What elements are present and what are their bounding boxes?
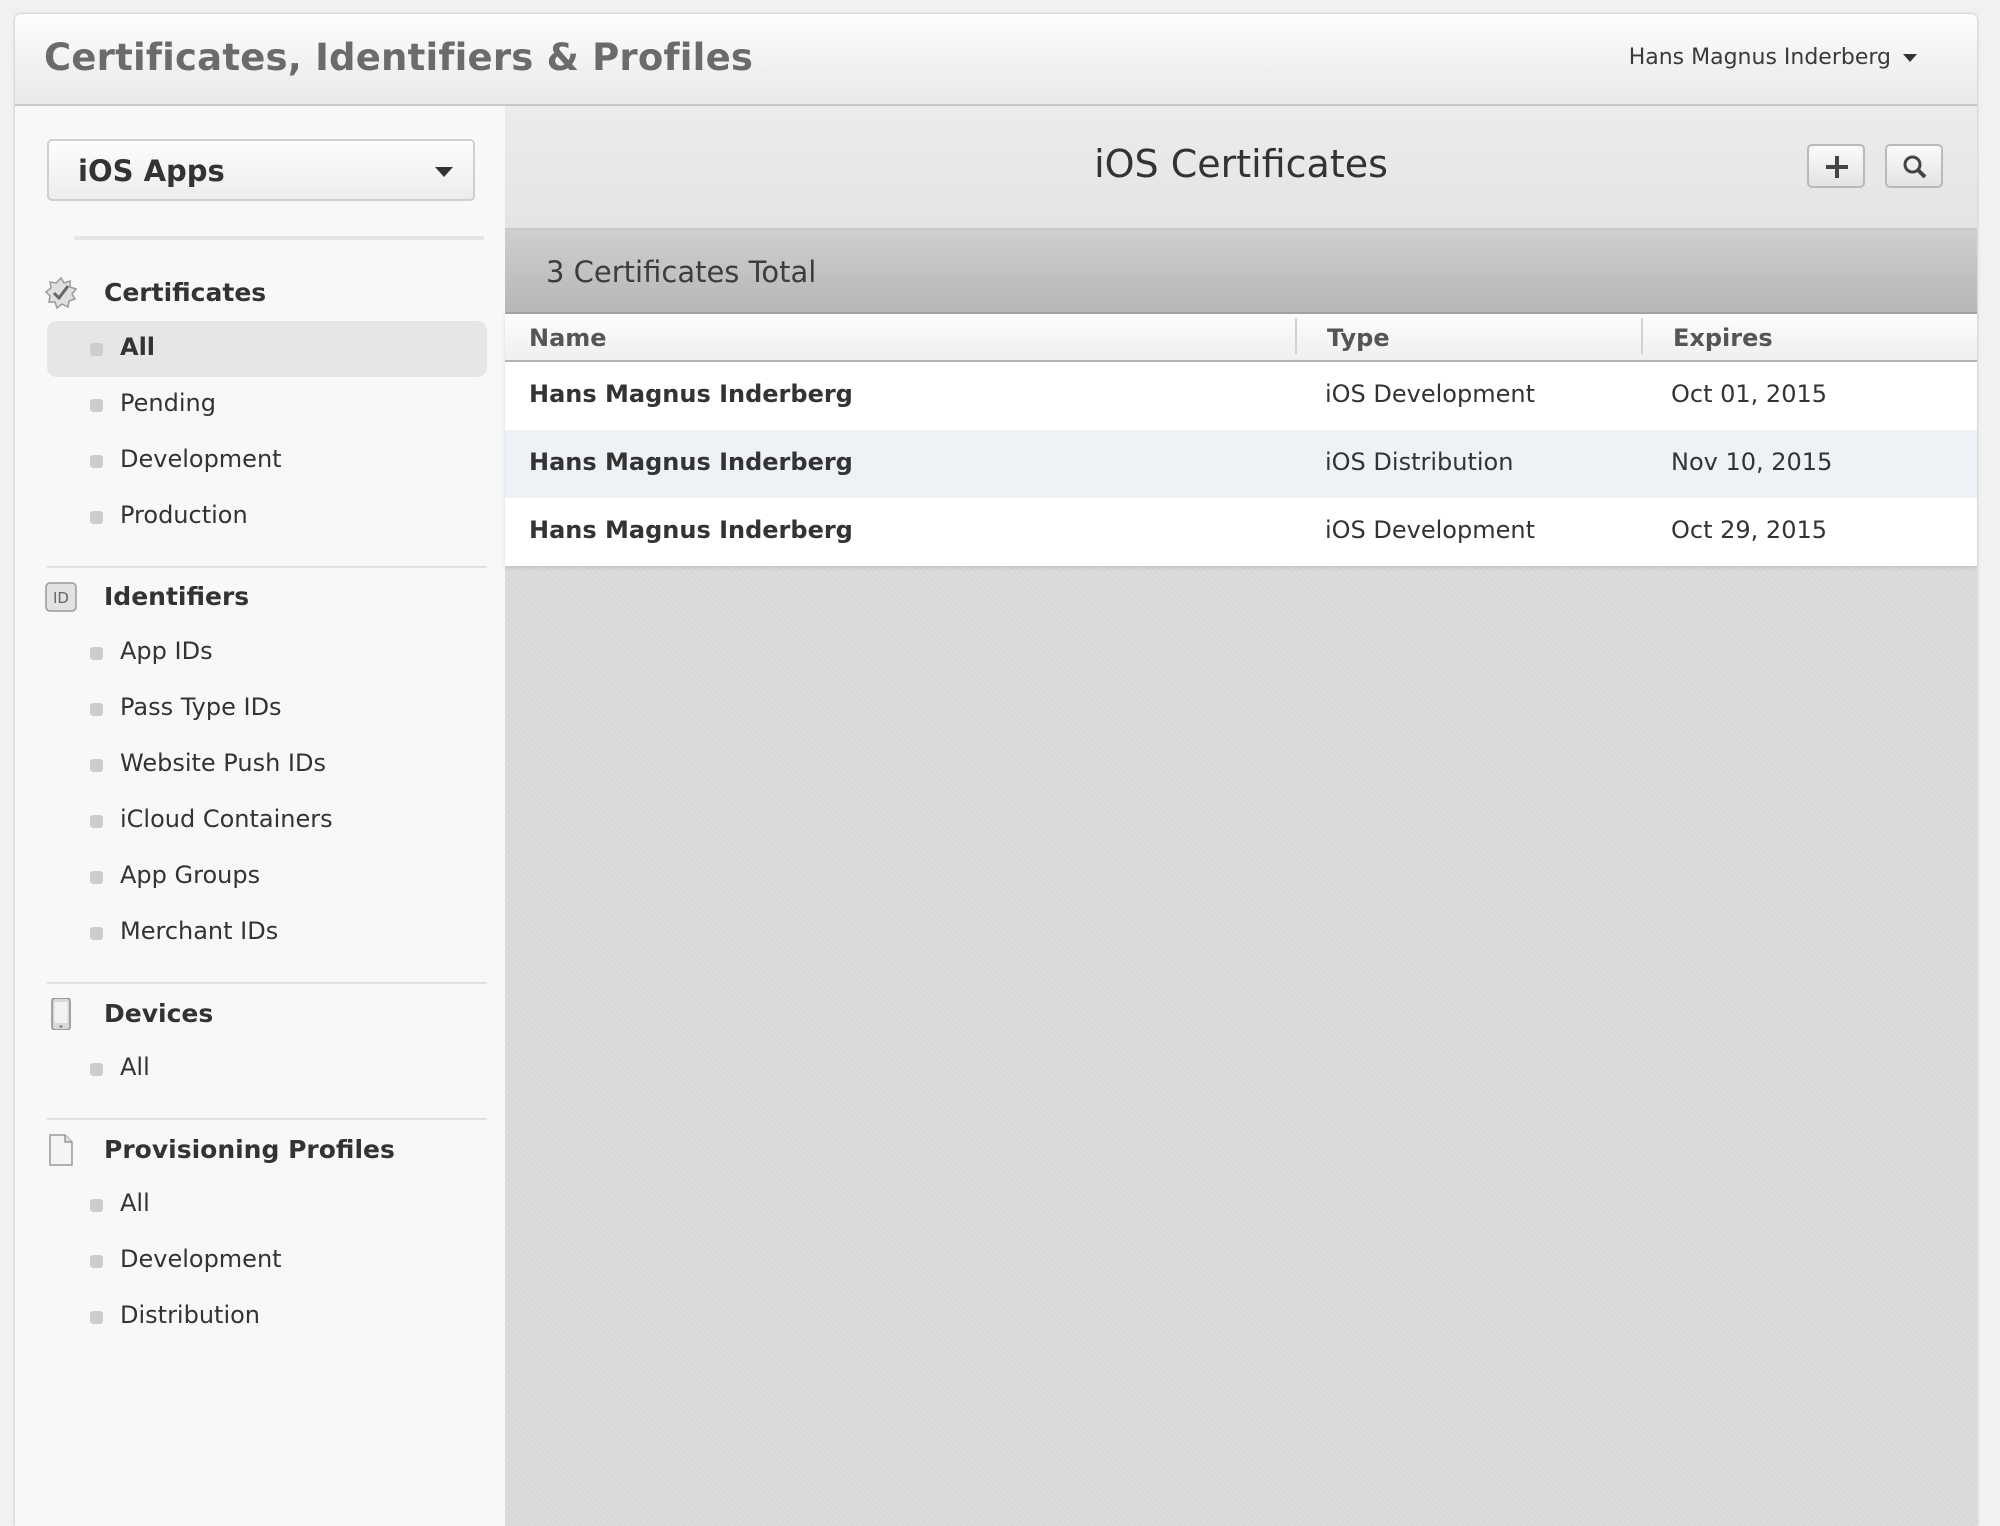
sidebar-item-label: Development — [120, 445, 282, 473]
sidebar-item-app-ids[interactable]: App IDs — [47, 625, 487, 681]
user-name: Hans Magnus Inderberg — [1628, 45, 1891, 70]
sidebar-item-label: Merchant IDs — [120, 917, 279, 945]
section-title: Provisioning Profiles — [104, 1135, 395, 1164]
add-certificate-button[interactable] — [1807, 144, 1865, 188]
svg-text:ID: ID — [53, 589, 69, 607]
sidebar-item-profiles-distribution[interactable]: Distribution — [47, 1289, 487, 1345]
sidebar-item-label: Development — [120, 1245, 282, 1273]
chevron-down-icon — [1903, 54, 1917, 62]
section-provisioning-profiles: Provisioning Profiles — [45, 1130, 485, 1170]
device-icon — [51, 998, 71, 1030]
cell-type: iOS Distribution — [1325, 448, 1514, 476]
sidebar: iOS Apps Certificates All Pending Develo… — [15, 106, 507, 1526]
sidebar-item-website-push-ids[interactable]: Website Push IDs — [47, 737, 487, 793]
table-header: Name Type Expires — [505, 314, 1977, 362]
table-row[interactable]: Hans Magnus Inderberg iOS Development Oc… — [505, 362, 1977, 430]
certificates-table: Name Type Expires Hans Magnus Inderberg … — [505, 314, 1977, 566]
table-row[interactable]: Hans Magnus Inderberg iOS Distribution N… — [505, 430, 1977, 498]
sidebar-item-label: iCloud Containers — [120, 805, 333, 833]
platform-select[interactable]: iOS Apps — [47, 139, 475, 201]
certificates-total: 3 Certificates Total — [546, 255, 817, 289]
section-title: Certificates — [104, 278, 267, 307]
plus-icon — [1826, 156, 1848, 178]
sidebar-item-label: Production — [120, 501, 248, 529]
column-divider — [1641, 318, 1643, 354]
cell-name: Hans Magnus Inderberg — [529, 448, 853, 476]
cell-expires: Oct 29, 2015 — [1671, 516, 1827, 544]
main-panel: iOS Certificates 3 Certificates Total Na… — [505, 106, 1977, 1526]
bullet-icon — [90, 815, 103, 828]
user-menu[interactable]: Hans Magnus Inderberg — [1629, 45, 1917, 70]
section-certificates: Certificates — [45, 273, 485, 313]
sidebar-item-label: App IDs — [120, 637, 213, 665]
divider — [47, 566, 487, 568]
sidebar-item-certificates-development[interactable]: Development — [47, 433, 487, 489]
sidebar-item-label: All — [120, 1053, 150, 1081]
cell-type: iOS Development — [1325, 516, 1535, 544]
cell-name: Hans Magnus Inderberg — [529, 380, 853, 408]
chevron-down-icon — [435, 167, 453, 177]
section-title: Devices — [104, 999, 214, 1028]
page-title: iOS Certificates — [1094, 142, 1388, 186]
total-bar: 3 Certificates Total — [505, 230, 1977, 314]
document-icon — [49, 1134, 73, 1166]
column-header-expires[interactable]: Expires — [1673, 324, 1773, 352]
sidebar-item-merchant-ids[interactable]: Merchant IDs — [47, 905, 487, 961]
certificate-badge-icon — [45, 277, 77, 309]
sidebar-item-label: All — [120, 1189, 150, 1217]
sidebar-item-profiles-development[interactable]: Development — [47, 1233, 487, 1289]
id-icon: ID — [45, 582, 77, 612]
sidebar-item-devices-all[interactable]: All — [47, 1041, 487, 1097]
section-title: Identifiers — [104, 582, 250, 611]
bullet-icon — [90, 1063, 103, 1076]
cell-type: iOS Development — [1325, 380, 1535, 408]
sidebar-item-profiles-all[interactable]: All — [47, 1177, 487, 1233]
bullet-icon — [90, 703, 103, 716]
bullet-icon — [90, 1311, 103, 1324]
search-button[interactable] — [1885, 144, 1943, 188]
main-header: iOS Certificates — [505, 106, 1977, 230]
bullet-icon — [90, 1255, 103, 1268]
table-row[interactable]: Hans Magnus Inderberg iOS Development Oc… — [505, 498, 1977, 566]
sidebar-item-label: Pass Type IDs — [120, 693, 282, 721]
sidebar-item-label: Website Push IDs — [120, 749, 326, 777]
cell-expires: Nov 10, 2015 — [1671, 448, 1833, 476]
divider — [47, 982, 487, 984]
app-title: Certificates, Identifiers & Profiles — [44, 36, 754, 79]
search-icon — [1903, 155, 1927, 179]
bullet-icon — [90, 399, 103, 412]
bullet-icon — [90, 1199, 103, 1212]
sidebar-item-certificates-pending[interactable]: Pending — [47, 377, 487, 433]
section-identifiers: ID Identifiers — [45, 577, 485, 617]
bullet-icon — [90, 647, 103, 660]
top-bar: Certificates, Identifiers & Profiles Han… — [15, 14, 1977, 106]
sidebar-item-app-groups[interactable]: App Groups — [47, 849, 487, 905]
sidebar-item-icloud-containers[interactable]: iCloud Containers — [47, 793, 487, 849]
divider — [47, 1118, 487, 1120]
platform-select-value: iOS Apps — [78, 154, 225, 188]
select-divider — [74, 236, 484, 240]
bullet-icon — [90, 759, 103, 772]
bullet-icon — [90, 871, 103, 884]
sidebar-item-certificates-production[interactable]: Production — [47, 489, 487, 545]
sidebar-item-label: Pending — [120, 389, 216, 417]
bullet-icon — [90, 511, 103, 524]
sidebar-item-pass-type-ids[interactable]: Pass Type IDs — [47, 681, 487, 737]
bullet-icon — [90, 343, 103, 356]
column-header-name[interactable]: Name — [529, 324, 607, 352]
bullet-icon — [90, 455, 103, 468]
sidebar-item-label: App Groups — [120, 861, 261, 889]
sidebar-item-certificates-all[interactable]: All — [47, 321, 487, 377]
section-devices: Devices — [45, 994, 485, 1034]
sidebar-item-label: Distribution — [120, 1301, 261, 1329]
portal-window: Certificates, Identifiers & Profiles Han… — [15, 14, 1977, 1526]
column-header-type[interactable]: Type — [1327, 324, 1390, 352]
cell-name: Hans Magnus Inderberg — [529, 516, 853, 544]
column-divider — [1295, 318, 1297, 354]
bullet-icon — [90, 927, 103, 940]
sidebar-item-label: All — [120, 333, 156, 361]
cell-expires: Oct 01, 2015 — [1671, 380, 1827, 408]
